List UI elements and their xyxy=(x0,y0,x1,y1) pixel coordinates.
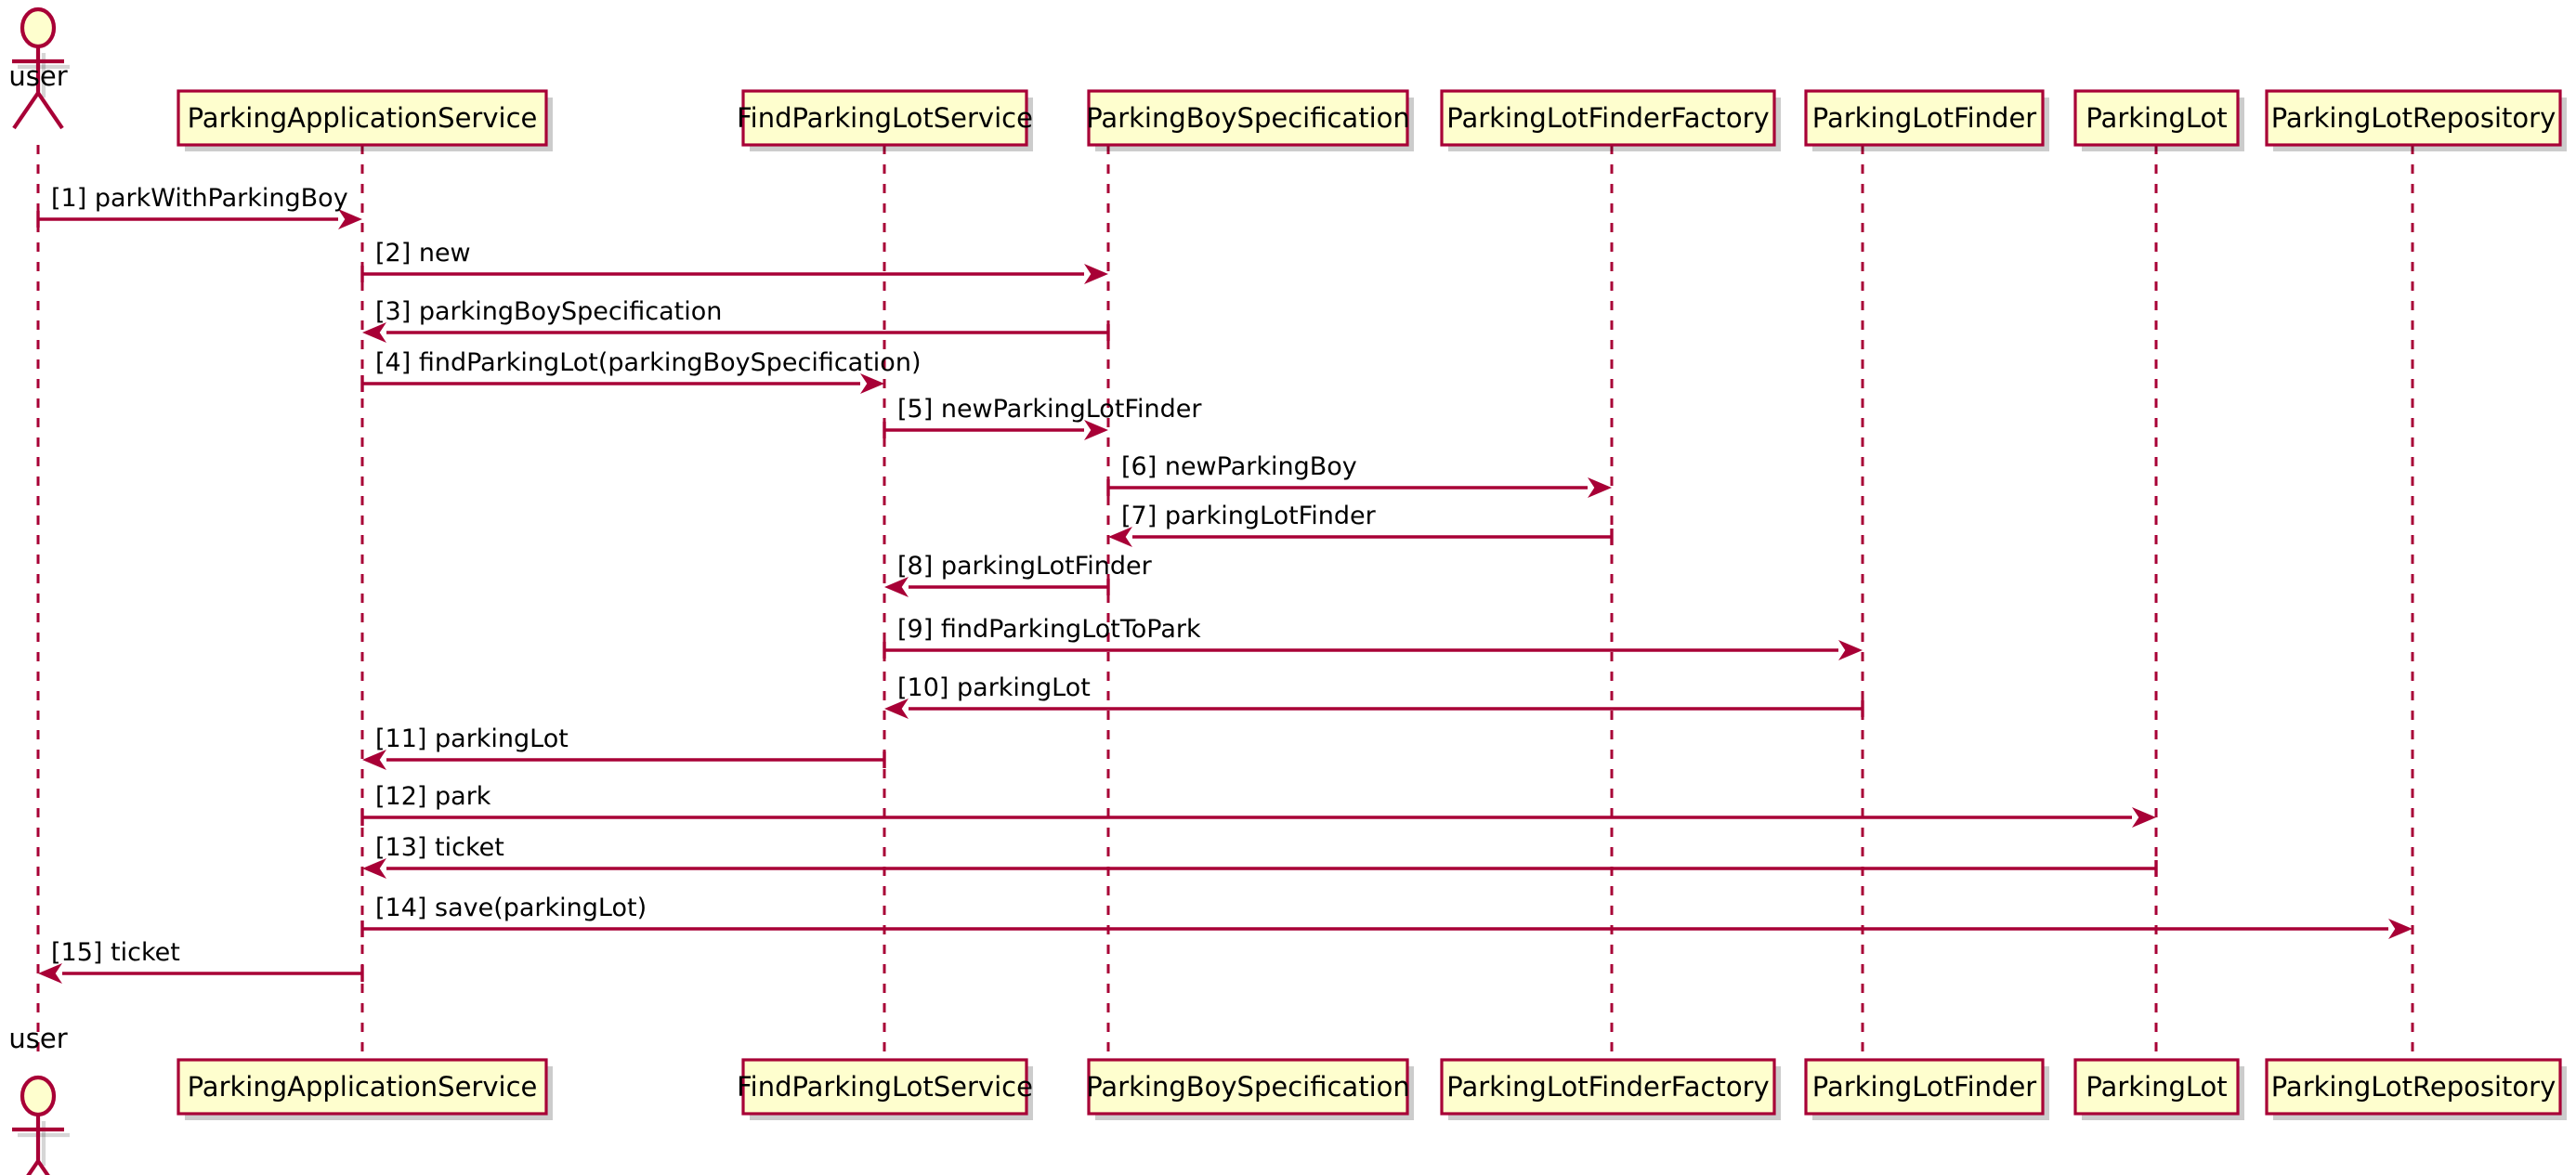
participant-findParkingLotService-footer[interactable]: FindParkingLotService xyxy=(737,1058,1033,1120)
participant-label: ParkingLotRepository xyxy=(2271,1071,2556,1103)
actor-figure-top: user xyxy=(8,7,70,130)
message-label-11: [11] parkingLot xyxy=(375,725,569,753)
participant-parkingBoySpecification-footer[interactable]: ParkingBoySpecification xyxy=(1086,1058,1414,1120)
message-9: [9] findParkingLotToPark xyxy=(883,615,1863,660)
actor-figure-bottom: user xyxy=(8,1023,70,1175)
messages-group: [1] parkWithParkingBoy [2] new [3] parking… xyxy=(36,184,2413,984)
message-4: [4] findParkingLot(parkingBoySpecificati… xyxy=(360,348,921,394)
message-7: [7] parkingLotFinder xyxy=(1108,502,1614,547)
participant-parkingLotRepository-footer[interactable]: ParkingLotRepository xyxy=(2265,1058,2567,1120)
message-2: [2] new xyxy=(360,239,1108,284)
participant-label: ParkingApplicationService xyxy=(188,1071,538,1103)
message-14: [14] save(parkingLot) xyxy=(360,894,2413,939)
lifelines-group xyxy=(36,145,2414,1060)
message-arrowhead xyxy=(1838,640,1863,660)
participant-parkingBoySpecification-header[interactable]: ParkingBoySpecification xyxy=(1086,89,1414,151)
participant-label: FindParkingLotService xyxy=(737,102,1033,134)
actor-label-bottom: user xyxy=(8,1023,67,1054)
message-label-9: [9] findParkingLotToPark xyxy=(897,615,1201,644)
message-label-14: [14] save(parkingLot) xyxy=(375,894,647,922)
message-label-13: [13] ticket xyxy=(375,833,504,862)
participants-group: ParkingApplicationService FindParkingLotS… xyxy=(177,89,2567,1120)
diagram-canvas: user user ParkingApplicationService FindPa… xyxy=(8,7,2567,1175)
participant-label: ParkingLotFinderFactory xyxy=(1446,1071,1769,1103)
participant-findParkingLotService-header[interactable]: FindParkingLotService xyxy=(737,89,1033,151)
sequence-diagram: user user ParkingApplicationService FindPa… xyxy=(0,0,2576,1175)
message-13: [13] ticket xyxy=(362,833,2158,879)
message-label-6: [6] newParkingBoy xyxy=(1121,452,1357,481)
actor-leg-left-bottom xyxy=(26,1159,40,1175)
message-15: [15] ticket xyxy=(38,938,364,984)
participant-label: ParkingLotFinderFactory xyxy=(1446,102,1769,134)
participant-label: ParkingBoySpecification xyxy=(1086,1071,1410,1103)
actor-leg-right-bottom xyxy=(36,1159,50,1175)
message-label-5: [5] newParkingLotFinder xyxy=(897,395,1202,424)
message-label-8: [8] parkingLotFinder xyxy=(897,552,1153,581)
participant-parkingLotFinder-footer[interactable]: ParkingLotFinder xyxy=(1804,1058,2049,1120)
message-label-15: [15] ticket xyxy=(51,938,180,967)
participant-label: FindParkingLotService xyxy=(737,1071,1033,1103)
message-8: [8] parkingLotFinder xyxy=(884,552,1153,597)
message-1: [1] parkWithParkingBoy xyxy=(36,184,362,229)
message-arrowhead xyxy=(1084,264,1108,284)
participant-parkingLotFinderFactory-footer[interactable]: ParkingLotFinderFactory xyxy=(1440,1058,1781,1120)
participant-parkingLotFinder-header[interactable]: ParkingLotFinder xyxy=(1804,89,2049,151)
participant-parkingLotRepository-header[interactable]: ParkingLotRepository xyxy=(2265,89,2567,151)
participant-label: ParkingLotRepository xyxy=(2271,102,2556,134)
participant-parkingLot-footer[interactable]: ParkingLot xyxy=(2073,1058,2244,1120)
participant-label: ParkingLotFinder xyxy=(1812,102,2037,134)
actor-leg-left-top xyxy=(12,91,40,130)
actor-leg-right-top xyxy=(36,91,64,130)
message-10: [10] parkingLot xyxy=(884,673,1864,719)
participant-label: ParkingLot xyxy=(2086,102,2227,134)
message-arrowhead xyxy=(2132,807,2156,828)
participant-parkingLot-header[interactable]: ParkingLot xyxy=(2073,89,2244,151)
participant-parkingApplicationService-footer[interactable]: ParkingApplicationService xyxy=(177,1058,553,1120)
actor-head-top xyxy=(20,7,57,49)
participant-label: ParkingApplicationService xyxy=(188,102,538,134)
message-label-3: [3] parkingBoySpecification xyxy=(375,297,722,326)
message-label-4: [4] findParkingLot(parkingBoySpecificati… xyxy=(375,348,921,377)
message-6: [6] newParkingBoy xyxy=(1106,452,1612,498)
message-arrowhead xyxy=(1588,477,1612,498)
message-12: [12] park xyxy=(360,782,2156,828)
participant-label: ParkingLot xyxy=(2086,1071,2227,1103)
message-label-2: [2] new xyxy=(375,239,471,268)
actor-label-top: user xyxy=(8,60,67,92)
message-label-10: [10] parkingLot xyxy=(897,673,1091,702)
message-label-1: [1] parkWithParkingBoy xyxy=(51,184,348,213)
message-11: [11] parkingLot xyxy=(362,725,886,770)
message-5: [5] newParkingLotFinder xyxy=(883,395,1202,440)
participant-label: ParkingBoySpecification xyxy=(1086,102,1410,134)
participant-parkingLotFinderFactory-header[interactable]: ParkingLotFinderFactory xyxy=(1440,89,1781,151)
message-label-7: [7] parkingLotFinder xyxy=(1121,502,1377,530)
message-label-12: [12] park xyxy=(375,782,491,811)
actor-head-bottom xyxy=(20,1075,57,1117)
participant-label: ParkingLotFinder xyxy=(1812,1071,2037,1103)
message-3: [3] parkingBoySpecification xyxy=(362,297,1110,343)
participant-parkingApplicationService-header[interactable]: ParkingApplicationService xyxy=(177,89,553,151)
message-arrowhead xyxy=(2388,919,2413,939)
